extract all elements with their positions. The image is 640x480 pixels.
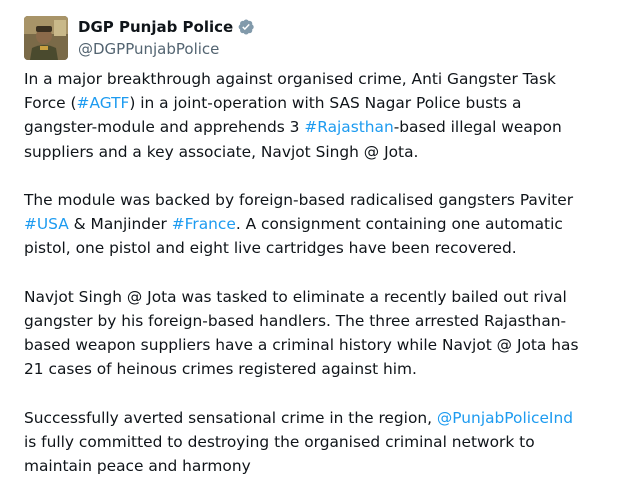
- text-span: gangster-module and apprehends 3: [24, 118, 305, 137]
- account-handle[interactable]: @DGPPunjabPolice: [78, 40, 255, 58]
- account-names: DGP Punjab Police @DGPPunjabPolice: [78, 16, 255, 58]
- text-line: In a major breakthrough against organise…: [24, 67, 636, 91]
- text-line: #USA & Manjinder #France. A consignment …: [24, 212, 636, 236]
- text-line: Navjot Singh @ Jota was tasked to elimin…: [24, 285, 636, 309]
- tweet-text: In a major breakthrough against organise…: [24, 67, 636, 480]
- avatar[interactable]: [24, 16, 68, 60]
- text-span: Navjot Singh @ Jota was tasked to elimin…: [24, 287, 567, 306]
- hashtag-rajasthan-link[interactable]: #Rajasthan: [304, 118, 393, 136]
- text-line: Successfully averted sensational crime i…: [24, 406, 636, 430]
- hashtag-france-link[interactable]: #France: [172, 215, 236, 233]
- text-span: The module was backed by foreign-based r…: [24, 191, 574, 209]
- text-span: ) in a joint-operation with SAS Nagar Po…: [129, 94, 522, 113]
- verified-badge-icon: [237, 18, 255, 36]
- profile-avatar-image: [24, 16, 68, 60]
- text-line: 21 cases of heinous crimes registered ag…: [24, 357, 636, 381]
- text-line: maintain peace and harmony: [24, 454, 636, 478]
- text-line: The module was backed by foreign-based r…: [24, 188, 636, 212]
- text-span: Force (: [24, 94, 77, 113]
- text-span: 21 cases of heinous crimes registered ag…: [24, 360, 417, 379]
- text-span: Successfully averted sensational crime i…: [24, 408, 437, 427]
- name-row: DGP Punjab Police: [78, 17, 255, 37]
- text-line: pistol, one pistol and eight live cartri…: [24, 236, 636, 260]
- text-span: based weapon suppliers have a criminal h…: [24, 336, 579, 355]
- text-line: is fully committed to destroying the org…: [24, 430, 636, 454]
- tweet-paragraph-3: Navjot Singh @ Jota was tasked to elimin…: [24, 285, 636, 382]
- mention-punjabpoliceind-link[interactable]: @PunjabPoliceInd: [437, 409, 573, 427]
- tweet-header: DGP Punjab Police @DGPPunjabPolice: [24, 16, 255, 60]
- hashtag-usa-link[interactable]: #USA: [24, 215, 69, 233]
- text-line: gangster-module and apprehends 3 #Rajast…: [24, 115, 636, 139]
- text-span: gangster by his foreign-based handlers. …: [24, 312, 567, 330]
- text-span: -based illegal weapon: [393, 118, 562, 137]
- text-span: & Manjinder: [68, 215, 172, 234]
- text-span: is fully committed to destroying the org…: [24, 433, 535, 451]
- tweet-paragraph-2: The module was backed by foreign-based r…: [24, 188, 636, 261]
- text-line: based weapon suppliers have a criminal h…: [24, 333, 636, 357]
- hashtag-agtf-link[interactable]: #AGTF: [77, 94, 130, 112]
- text-span: maintain peace and harmony: [24, 457, 251, 476]
- display-name[interactable]: DGP Punjab Police: [78, 18, 233, 36]
- text-line: suppliers and a key associate, Navjot Si…: [24, 140, 636, 164]
- tweet-paragraph-1: In a major breakthrough against organise…: [24, 67, 636, 164]
- tweet-paragraph-4: Successfully averted sensational crime i…: [24, 406, 636, 479]
- text-span: In a major breakthrough against organise…: [24, 70, 556, 88]
- text-line: Force (#AGTF) in a joint-operation with …: [24, 91, 636, 115]
- text-span: pistol, one pistol and eight live cartri…: [24, 239, 517, 258]
- text-span: . A consignment containing one automatic: [235, 215, 563, 234]
- text-line: gangster by his foreign-based handlers. …: [24, 309, 636, 333]
- text-span: suppliers and a key associate, Navjot Si…: [24, 142, 419, 161]
